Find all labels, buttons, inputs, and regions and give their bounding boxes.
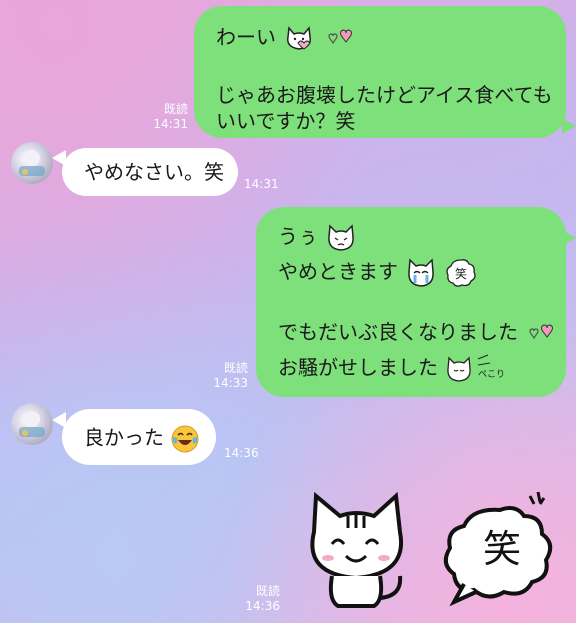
hearts-emoji-icon (529, 323, 554, 339)
message-meta: 既読 14:33 (200, 361, 248, 391)
message-time: 14:31 (244, 177, 279, 191)
message-text: いいですか？笑 (216, 109, 356, 133)
message-time: 14:31 (153, 117, 188, 131)
svg-text:笑: 笑 (455, 266, 467, 281)
message-text: うぅ (278, 223, 358, 253)
message-text: わーい (216, 24, 353, 53)
cat-heart-emoji-icon (287, 25, 312, 50)
message-meta: 既読 14:31 (140, 102, 188, 132)
message-text: 良かった (84, 424, 200, 454)
message-bubble-received[interactable]: やめなさい。笑 (62, 148, 238, 196)
cat-sticker-icon (310, 491, 403, 608)
laugh-speech-bubble-icon: 笑 (443, 491, 553, 607)
message-bubble-received[interactable]: 良かった (62, 409, 216, 465)
message-bubble-sent[interactable]: うぅ やめときます 笑 でもだいぶ良くなりました お騒がせしました ペこり (256, 207, 566, 397)
laugh-bubble-emoji-icon: 笑 (446, 259, 476, 287)
tears-of-joy-emoji-icon (171, 425, 199, 453)
message-text: じゃあお腹壊したけどアイス食べても (216, 83, 553, 107)
avatar-image (19, 150, 45, 176)
sad-cat-emoji-icon (328, 224, 355, 251)
crying-cat-emoji-icon (408, 258, 435, 287)
message-text: やめときます 笑 (278, 257, 477, 289)
message-text: やめなさい。笑 (84, 160, 224, 184)
message-meta: 既読 14:36 (232, 584, 280, 614)
avatar[interactable] (11, 403, 53, 445)
bubble-tail (562, 118, 576, 134)
message-time: 14:36 (224, 446, 259, 460)
bubble-tail (562, 230, 576, 246)
message-time: 14:36 (245, 599, 280, 613)
bowing-cat-emoji-icon: ペこり (447, 354, 505, 382)
sticker-text: 笑 (483, 527, 521, 571)
read-receipt: 既読 (255, 584, 280, 598)
laughing-cat-sticker[interactable]: 笑 (296, 486, 566, 618)
hearts-emoji-icon (328, 28, 352, 44)
sticker-mini-text: ペこり (478, 369, 505, 380)
message-text: お騒がせしました ペこり (278, 353, 506, 385)
avatar-image (19, 411, 45, 437)
message-text: でもだいぶ良くなりました (278, 319, 554, 347)
read-receipt: 既読 (163, 102, 188, 116)
message-time: 14:33 (213, 376, 248, 390)
message-bubble-sent[interactable]: わーい じゃあお腹壊したけどアイス食べても いいですか？笑 (194, 6, 566, 138)
read-receipt: 既読 (223, 361, 248, 375)
avatar[interactable] (11, 142, 53, 184)
